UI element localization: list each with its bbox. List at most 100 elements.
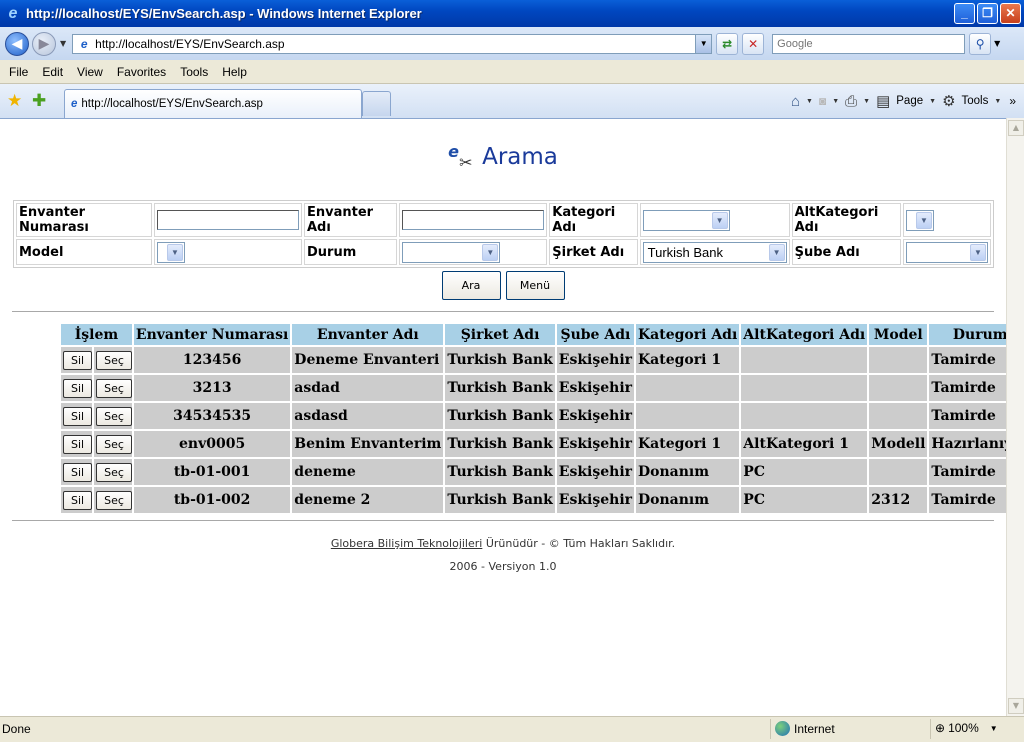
cell-altkategori bbox=[741, 403, 868, 429]
tools-menu[interactable]: Tools bbox=[962, 95, 989, 107]
new-tab-button[interactable] bbox=[362, 91, 391, 116]
address-bar[interactable]: e http://localhost/EYS/EnvSearch.asp ▼ bbox=[72, 33, 713, 54]
print-dropdown-icon[interactable]: ▼ bbox=[863, 98, 870, 105]
header-sube: Şube Adı bbox=[556, 324, 635, 345]
address-dropdown-icon[interactable]: ▼ bbox=[695, 34, 712, 53]
cell-envanter-adi: deneme bbox=[292, 459, 444, 485]
chevron-down-icon: ▼ bbox=[916, 211, 932, 229]
envanter-adi-input[interactable] bbox=[402, 210, 545, 231]
scroll-down-icon[interactable]: ▼ bbox=[1008, 698, 1024, 714]
zoom-control[interactable]: ⊕ 100% ▼ bbox=[935, 721, 998, 735]
divider bbox=[12, 520, 994, 522]
menu-help[interactable]: Help bbox=[214, 65, 253, 79]
page-icon: e bbox=[80, 36, 88, 51]
label-envanter-adi: Envanter Adı bbox=[304, 203, 398, 238]
refresh-button[interactable]: ⇄ bbox=[716, 32, 739, 55]
history-dropdown-icon[interactable]: ▼ bbox=[60, 39, 66, 48]
chevron-down-icon: ▼ bbox=[768, 243, 785, 261]
menu-tools[interactable]: Tools bbox=[172, 65, 214, 79]
menu-favorites[interactable]: Favorites bbox=[109, 65, 172, 79]
cell-sec: Seç bbox=[94, 431, 132, 457]
label-sirket: Şirket Adı bbox=[549, 239, 638, 265]
cell-sil: Sil bbox=[61, 431, 93, 457]
search-tools-icon: e ✂ bbox=[448, 142, 473, 172]
search-options-icon[interactable]: ▼ bbox=[994, 39, 1000, 48]
back-button[interactable]: ◀ bbox=[5, 31, 29, 56]
feeds-icon[interactable]: ◙ bbox=[819, 94, 826, 108]
sirket-select[interactable]: Turkish Bank ▼ bbox=[642, 241, 787, 263]
cell-sirket: Turkish Bank bbox=[445, 375, 555, 401]
cell-kategori bbox=[636, 403, 740, 429]
select-button[interactable]: Seç bbox=[96, 406, 132, 426]
cell-altkategori: AltKategori 1 bbox=[741, 431, 868, 457]
zoom-dropdown-icon[interactable]: ▼ bbox=[990, 724, 998, 733]
cell-envanter-adi: asdad bbox=[292, 375, 444, 401]
select-button[interactable]: Seç bbox=[96, 490, 132, 510]
sube-select[interactable]: ▼ bbox=[906, 241, 988, 263]
cell-envanter-adi: Benim Envanterim bbox=[292, 431, 444, 457]
stop-button[interactable]: ✕ bbox=[742, 32, 765, 55]
delete-button[interactable]: Sil bbox=[63, 378, 93, 398]
envanter-no-input[interactable] bbox=[157, 210, 299, 231]
select-button[interactable]: Seç bbox=[96, 378, 132, 398]
header-altkategori: AltKategori Adı bbox=[741, 324, 868, 345]
tools-dropdown-icon[interactable]: ▼ bbox=[994, 98, 1001, 105]
altkategori-select[interactable]: ▼ bbox=[906, 209, 934, 231]
menu-file[interactable]: File bbox=[0, 65, 34, 79]
page-menu-icon: ▤ bbox=[876, 93, 891, 110]
gear-icon: ⚙ bbox=[942, 93, 956, 110]
search-button[interactable]: Ara bbox=[441, 271, 501, 300]
scroll-up-icon[interactable]: ▲ bbox=[1008, 120, 1024, 136]
cell-sil: Sil bbox=[61, 403, 93, 429]
cell-altkategori: PC bbox=[741, 459, 868, 485]
durum-select[interactable]: ▼ bbox=[402, 241, 501, 263]
delete-button[interactable]: Sil bbox=[63, 490, 93, 510]
chevron-icon[interactable]: » bbox=[1009, 94, 1016, 108]
menu-edit[interactable]: Edit bbox=[34, 65, 69, 79]
page-menu[interactable]: Page bbox=[896, 95, 923, 107]
delete-button[interactable]: Sil bbox=[63, 350, 93, 370]
table-row: Sil Seç 34534535 asdasd Turkish Bank Eskişehi… bbox=[61, 403, 1024, 429]
search-button[interactable]: ⚲ bbox=[969, 32, 992, 55]
menu-view[interactable]: View bbox=[69, 65, 109, 79]
command-bar: ⌂ ▼ ◙ ▼ ⎙ ▼ ▤ Page ▼ ⚙ Tools ▼ » bbox=[791, 92, 1016, 111]
close-button[interactable]: ✕ bbox=[1000, 3, 1021, 24]
search-form: Envanter Numarası Envanter Adı Kategori … bbox=[13, 200, 994, 268]
cell-kategori bbox=[636, 375, 740, 401]
cell-model bbox=[869, 375, 928, 401]
favorites-star-icon[interactable]: ★ bbox=[7, 91, 22, 111]
model-select[interactable]: ▼ bbox=[157, 241, 185, 263]
delete-button[interactable]: Sil bbox=[63, 462, 93, 482]
page-dropdown-icon[interactable]: ▼ bbox=[929, 98, 936, 105]
maximize-button[interactable]: ❐ bbox=[977, 3, 998, 24]
page-content: e ✂ Arama Envanter Numarası Envanter Adı … bbox=[0, 118, 1024, 716]
delete-button[interactable]: Sil bbox=[63, 434, 93, 454]
window-title: http://localhost/EYS/EnvSearch.asp - Win… bbox=[26, 6, 422, 21]
print-icon[interactable]: ⎙ bbox=[845, 93, 857, 110]
cell-sirket: Turkish Bank bbox=[445, 403, 555, 429]
cell-envanter-no: 123456 bbox=[133, 347, 291, 373]
page-heading: e ✂ Arama bbox=[0, 139, 1006, 175]
delete-button[interactable]: Sil bbox=[63, 406, 93, 426]
add-favorite-icon[interactable]: ✚ bbox=[32, 91, 46, 111]
menu-button[interactable]: Menü bbox=[505, 271, 565, 300]
vertical-scrollbar[interactable]: ▲ ▼ bbox=[1006, 118, 1024, 716]
header-model: Model bbox=[869, 324, 928, 345]
feeds-dropdown-icon[interactable]: ▼ bbox=[832, 98, 839, 105]
forward-button[interactable]: ▶ bbox=[32, 31, 56, 56]
select-button[interactable]: Seç bbox=[96, 462, 132, 482]
kategori-select[interactable]: ▼ bbox=[642, 209, 730, 231]
cell-model bbox=[869, 459, 928, 485]
select-button[interactable]: Seç bbox=[96, 350, 132, 370]
select-button[interactable]: Seç bbox=[96, 434, 132, 454]
tab-current[interactable]: e http://localhost/EYS/EnvSearch.asp bbox=[64, 89, 362, 118]
home-icon[interactable]: ⌂ bbox=[791, 93, 800, 110]
label-durum: Durum bbox=[304, 239, 398, 265]
cell-altkategori: PC bbox=[741, 487, 868, 513]
cell-model bbox=[869, 347, 928, 373]
company-link[interactable]: Globera Bilişim Teknolojileri bbox=[331, 537, 483, 550]
address-url[interactable]: http://localhost/EYS/EnvSearch.asp bbox=[95, 37, 695, 51]
minimize-button[interactable]: _ bbox=[954, 3, 975, 24]
search-input[interactable] bbox=[772, 33, 966, 54]
home-dropdown-icon[interactable]: ▼ bbox=[806, 98, 813, 105]
